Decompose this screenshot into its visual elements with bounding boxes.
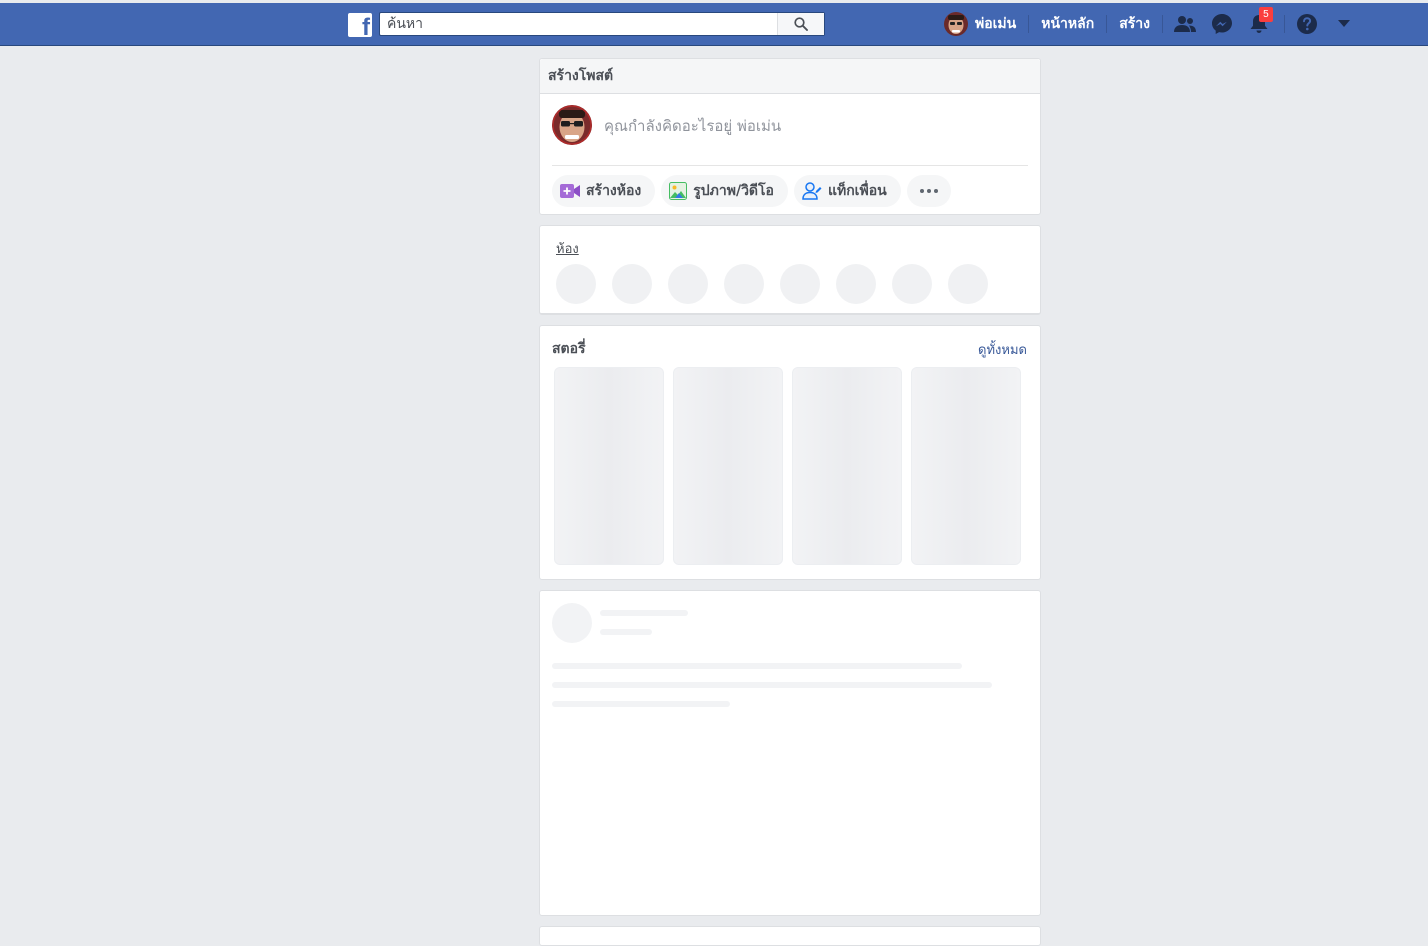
composer-body: คุณกำลังคิดอะไรอยู่ พ่อเม่น <box>540 94 1040 164</box>
rooms-row <box>556 264 1004 304</box>
rooms-card: ห้อง <box>539 225 1041 315</box>
composer-actions: สร้างห้อง รูปภาพ/วิดีโอ แท็กเพื่อน <box>552 175 957 207</box>
bell-icon[interactable]: 5 <box>1247 7 1273 36</box>
nav-divider <box>1028 15 1030 33</box>
stories-card: สตอรี่ ดูทั้งหมด <box>539 325 1041 580</box>
room-placeholder <box>612 264 652 304</box>
nav-divider <box>1106 15 1108 33</box>
avatar[interactable] <box>552 105 592 145</box>
video-room-icon <box>560 184 580 198</box>
messenger-icon[interactable] <box>1210 12 1234 36</box>
rooms-title[interactable]: ห้อง <box>556 238 579 259</box>
search-icon <box>794 17 808 31</box>
search-button[interactable] <box>777 13 824 35</box>
create-room-button[interactable]: สร้างห้อง <box>552 175 656 207</box>
nav-divider <box>1283 15 1285 33</box>
placeholder-line <box>600 629 652 635</box>
tag-friends-button[interactable]: แท็กเพื่อน <box>793 175 901 207</box>
next-feed-card <box>539 926 1041 946</box>
notification-badge: 5 <box>1258 7 1273 22</box>
create-post-title: สร้างโพสต์ <box>548 68 614 84</box>
nav-profile-link[interactable]: พ่อเม่น <box>944 12 1028 36</box>
help-icon[interactable] <box>1295 12 1319 36</box>
room-placeholder <box>948 264 988 304</box>
placeholder-line <box>600 610 688 616</box>
placeholder-line <box>552 682 992 688</box>
story-placeholder <box>554 367 664 565</box>
caret-down-icon[interactable] <box>1332 12 1356 36</box>
composer-input[interactable]: คุณกำลังคิดอะไรอยู่ พ่อเม่น <box>604 114 781 138</box>
room-placeholder <box>892 264 932 304</box>
see-all-stories-link[interactable]: ดูทั้งหมด <box>978 339 1027 360</box>
nav-user-name: พ่อเม่น <box>975 16 1017 32</box>
search-box <box>379 12 825 36</box>
tag-friends-label: แท็กเพื่อน <box>827 183 887 199</box>
create-room-label: สร้างห้อง <box>586 183 642 199</box>
nav-divider <box>1161 15 1163 33</box>
tag-friend-icon <box>802 182 822 200</box>
more-button[interactable] <box>906 175 951 207</box>
feed-post-placeholder <box>539 590 1041 916</box>
room-placeholder <box>780 264 820 304</box>
photo-video-label: รูปภาพ/วิดีโอ <box>693 183 774 199</box>
placeholder-avatar <box>552 603 592 643</box>
create-post-header: สร้างโพสต์ <box>540 59 1040 94</box>
facebook-logo-icon[interactable]: f <box>348 13 372 37</box>
room-placeholder <box>724 264 764 304</box>
story-placeholder <box>911 367 1021 565</box>
stories-title: สตอรี่ <box>552 341 586 357</box>
photo-video-button[interactable]: รูปภาพ/วิดีโอ <box>661 175 788 207</box>
room-placeholder <box>836 264 876 304</box>
search-input[interactable] <box>380 13 778 35</box>
stories-row <box>554 367 1030 565</box>
nav-create-link[interactable]: สร้าง <box>1119 13 1150 35</box>
room-placeholder <box>556 264 596 304</box>
create-post-card: สร้างโพสต์ คุณกำลังคิดอะไรอยู่ พ่อเม่น ส… <box>539 58 1041 215</box>
story-placeholder <box>673 367 783 565</box>
story-placeholder <box>792 367 902 565</box>
placeholder-line <box>552 663 962 669</box>
placeholder-line <box>552 701 730 707</box>
composer-divider <box>552 165 1028 166</box>
friends-icon[interactable] <box>1173 12 1197 36</box>
room-placeholder <box>668 264 708 304</box>
photo-icon <box>669 182 688 200</box>
nav-home-link[interactable]: หน้าหลัก <box>1041 13 1094 35</box>
more-icon <box>919 189 938 193</box>
navbar-right: พ่อเม่น หน้าหลัก สร้าง 5 <box>944 3 1369 45</box>
avatar <box>944 12 968 36</box>
